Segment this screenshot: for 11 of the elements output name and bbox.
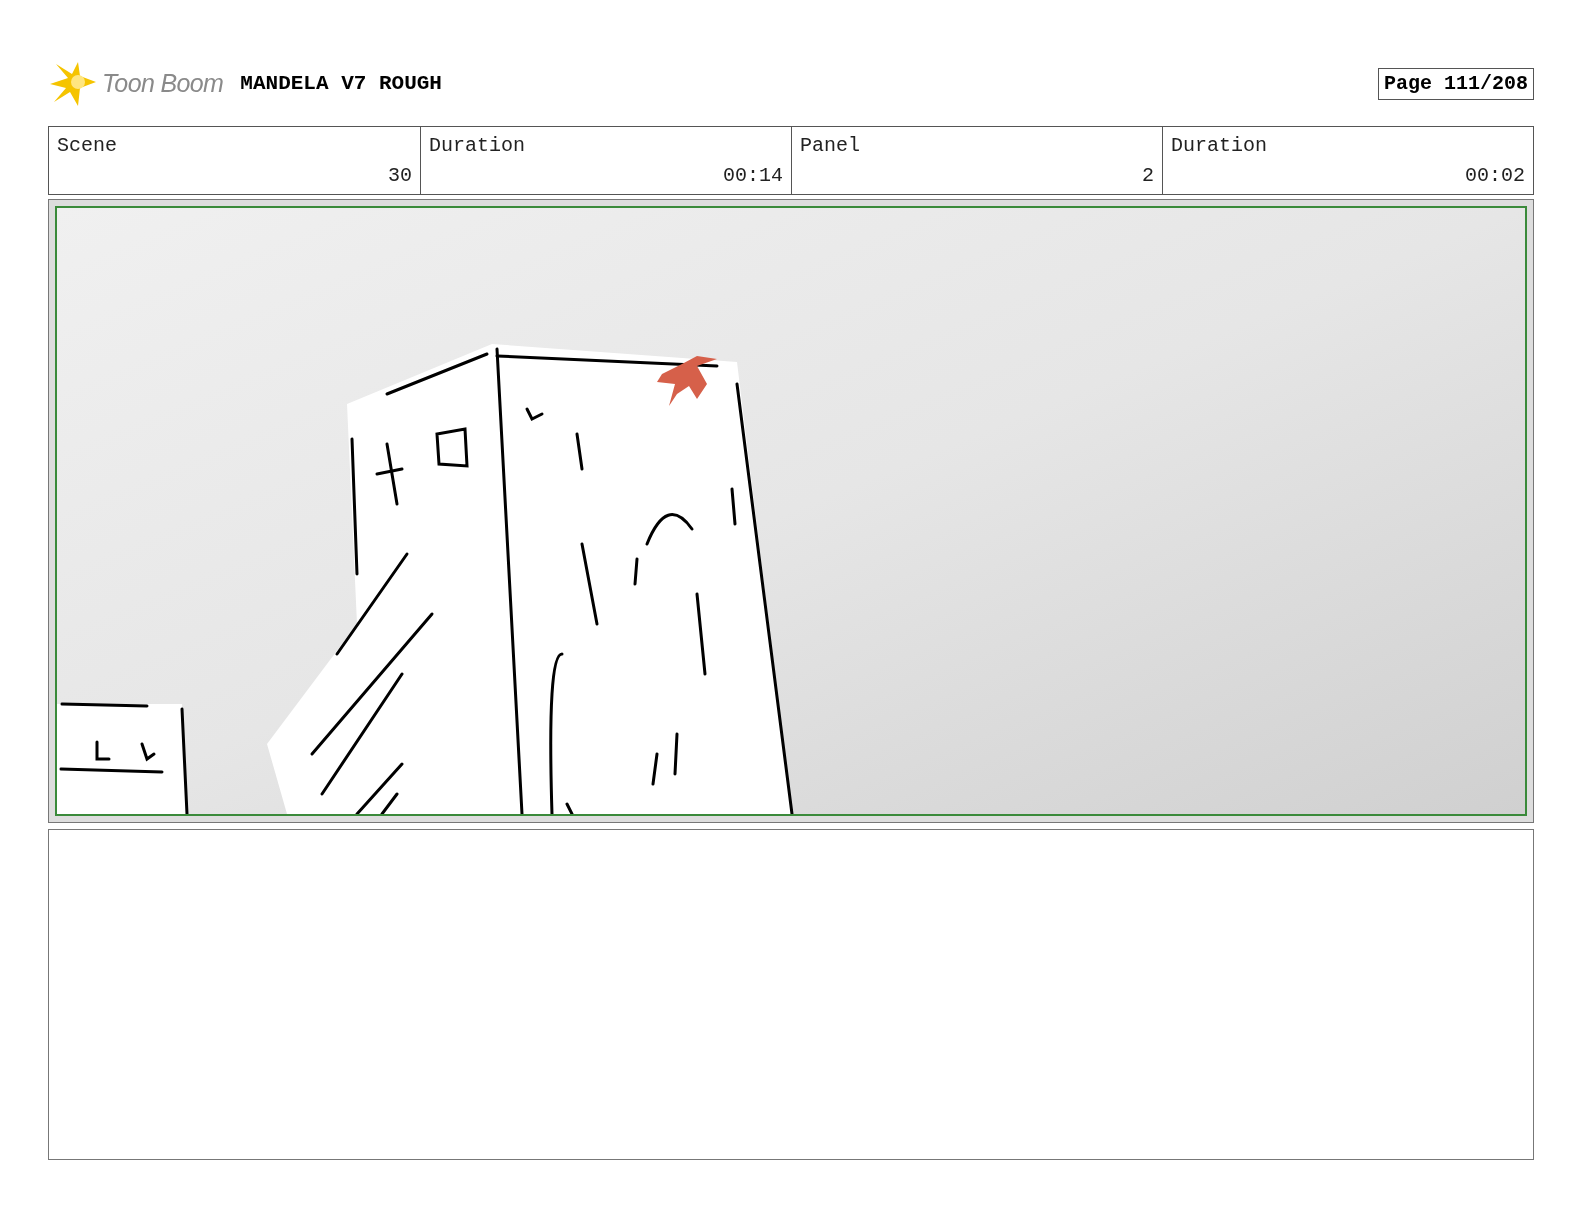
field-value: 00:02 — [1465, 163, 1525, 189]
logo-text: Toon Boom — [102, 68, 224, 100]
page-number: Page 111/208 — [1377, 68, 1534, 100]
field-value: 30 — [388, 163, 412, 189]
field-label: Duration — [1171, 133, 1268, 159]
project-title: MANDELA V7 ROUGH — [240, 71, 442, 98]
field-value: 2 — [1142, 163, 1154, 189]
field-value: 00:14 — [723, 163, 783, 189]
field-label: Duration — [429, 133, 526, 159]
field-label: Scene — [57, 133, 118, 159]
field-label: Panel — [800, 133, 861, 159]
